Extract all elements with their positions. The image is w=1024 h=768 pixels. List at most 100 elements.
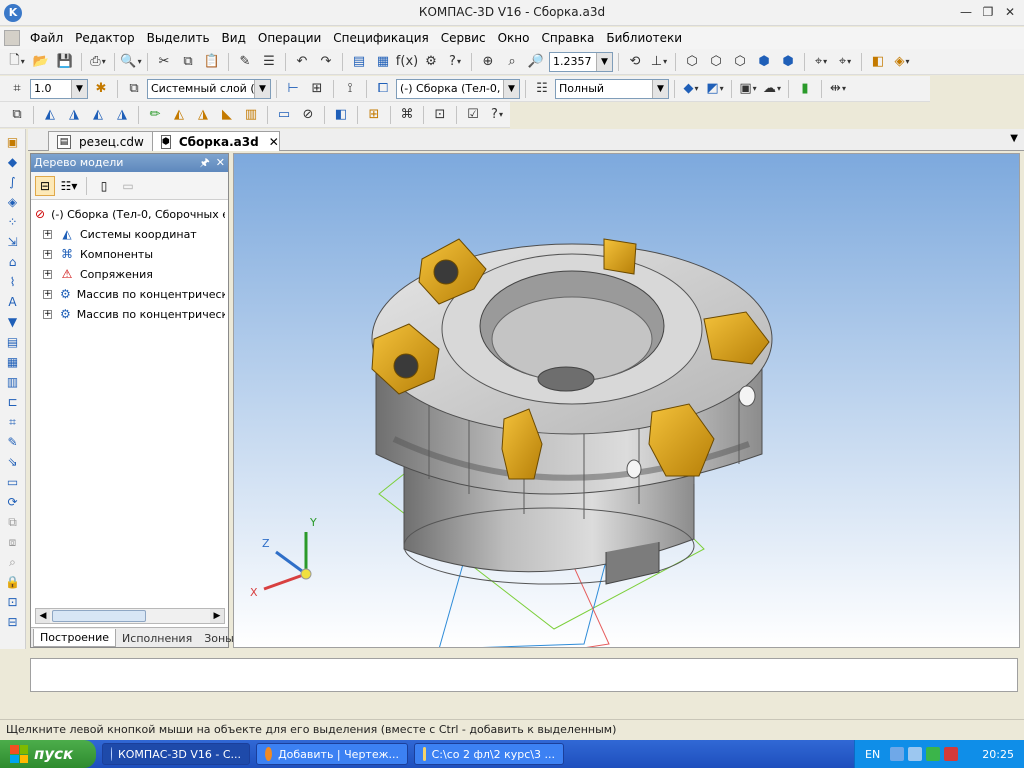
chevron-down-icon[interactable]: ▼ [503,79,519,98]
spec-icon[interactable]: ▤ [3,333,23,352]
sweep-icon[interactable]: ◭ [87,104,109,126]
curve-icon[interactable]: ∫ [3,173,23,192]
hidden-lines-icon[interactable]: ⬡ [705,51,727,73]
chevron-down-icon[interactable]: ▼ [254,79,270,98]
material-icon[interactable]: ◩ [704,78,726,100]
network-icon[interactable] [908,747,923,761]
cut-icon[interactable]: ✂ [153,51,175,73]
arrow-icon[interactable]: ⇘ [3,453,23,472]
green-block-icon[interactable]: ▮ [794,78,816,100]
revolve-icon[interactable]: ◮ [63,104,85,126]
copy-part-icon[interactable]: ⧉ [3,513,23,532]
menu-file[interactable]: Файл [24,31,69,45]
display-mode-icon[interactable]: ☷ [531,78,553,100]
tree-item-components[interactable]: + ⌘ Компоненты [35,244,225,264]
chart-icon[interactable]: ▥ [3,373,23,392]
grid-icon[interactable]: ⊞ [306,78,328,100]
tree-item-mates[interactable]: + ⚠ Сопряжения [35,264,225,284]
edit-component-icon[interactable]: ▣ [3,133,23,152]
scroll-left-icon[interactable]: ◀ [36,609,50,623]
report-icon[interactable]: ▦ [3,353,23,372]
lock-icon[interactable]: 🔒 [3,573,23,592]
tree-item-root[interactable]: ⊘ (-) Сборка (Тел-0, Сборочных е [35,204,225,224]
language-indicator[interactable]: EN [855,748,890,761]
paste-icon[interactable]: 📋 [201,51,223,73]
line-width-combo[interactable]: 1.0 ▼ [30,78,88,99]
new-document-icon[interactable]: 🗋 [6,51,28,73]
thin-lines-icon[interactable]: ⬡ [729,51,751,73]
pencil-icon[interactable]: ✏ [144,104,166,126]
libraries-icon[interactable]: ⚙ [420,51,442,73]
close-button[interactable]: ✕ [1000,4,1020,22]
tree-item-array-1[interactable]: + ⚙ Массив по концентрическо [35,284,225,304]
tree-structure-icon[interactable]: ⊟ [35,175,55,196]
menu-window[interactable]: Окно [492,31,536,45]
expand-icon[interactable]: + [43,249,52,259]
layer-combo[interactable]: Системный слой (0) ▼ [147,78,271,99]
tab-assembly[interactable]: ⬢ Сборка.a3d ✕ [152,131,280,151]
open-icon[interactable]: 📂 [30,51,52,73]
expand-icon[interactable]: + [43,229,52,239]
tab-drawing[interactable]: ▤ резец.cdw [48,131,166,151]
dimension-icon[interactable]: ⇹ [827,78,849,100]
solid-icon[interactable]: ◆ [3,153,23,172]
manager-icon[interactable]: ▤ [348,51,370,73]
text-icon[interactable]: A [3,293,23,312]
search-part-icon[interactable]: ⌕ [3,553,23,572]
task-firefox[interactable]: Добавить | Чертеж... [256,743,408,765]
snap-icon[interactable]: ✱ [90,78,112,100]
tab-versions[interactable]: Исполнения [116,630,198,647]
document-menu-icon[interactable] [4,30,20,46]
menu-select[interactable]: Выделить [141,31,216,45]
property-panel[interactable] [30,658,1018,692]
bracket-icon[interactable]: ⊏ [3,393,23,412]
select-filter-icon[interactable]: ⌖ [834,51,856,73]
cube-icon[interactable]: ◧ [867,51,889,73]
list-icon[interactable]: ☰ [258,51,280,73]
back-icon[interactable] [890,747,905,761]
layer-icon[interactable]: ⧉ [123,78,145,100]
save-icon[interactable]: 💾 [54,51,76,73]
zoom-combo[interactable]: 1.2357 ▼ [549,51,613,72]
undo-icon[interactable]: ↶ [291,51,313,73]
sheet-icon[interactable]: ⌂ [3,253,23,272]
task-folder[interactable]: C:\со 2 фл\2 курс\3 ... [414,743,564,765]
tabs-menu-icon[interactable]: ▼ [1010,133,1018,144]
preview-icon[interactable]: 🔍 [120,51,142,73]
minimize-button[interactable]: — [956,4,976,22]
coordinate-origin-icon[interactable]: ⌗ [6,78,28,100]
light-icon[interactable]: ☁ [761,78,783,100]
zoom-all-icon[interactable]: ⌕ [501,51,523,73]
halftone-edges-icon[interactable]: ⬢ [777,51,799,73]
task-kompas[interactable]: КОМПАС-3D V16 - С... [102,743,250,765]
sheet-metal-icon[interactable]: ⊡ [3,593,23,612]
filter-icon[interactable]: ⌖ [810,51,832,73]
scroll-thumb[interactable] [52,610,146,622]
section-icon[interactable]: ◈ [891,51,913,73]
plane-icon[interactable]: ▭ [273,104,295,126]
menu-libraries[interactable]: Библиотеки [600,31,688,45]
chamfer-icon[interactable]: ▥ [240,104,262,126]
rotate-icon[interactable]: ⟲ [624,51,646,73]
pin-icon[interactable]: 🖈 [200,154,210,172]
function-icon[interactable]: f(x) [396,51,418,73]
expand-icon[interactable]: + [43,289,52,299]
start-button[interactable]: пуск [0,740,96,768]
annotation-icon[interactable]: ✎ [3,433,23,452]
chevron-down-icon[interactable]: ▼ [71,79,87,98]
maximize-button[interactable]: ❐ [978,4,998,22]
zoom-window-icon[interactable]: ⊕ [477,51,499,73]
scroll-right-icon[interactable]: ▶ [210,609,224,623]
tab-construction[interactable]: Построение [33,629,117,647]
menu-editor[interactable]: Редактор [69,31,140,45]
menu-service[interactable]: Сервис [435,31,492,45]
dimensions-icon[interactable]: ⌗ [3,413,23,432]
tree-view-icon[interactable]: ☷▾ [59,176,79,196]
weld-icon[interactable]: ⊟ [3,613,23,632]
display-mode-combo[interactable]: Полный ▼ [555,78,669,99]
chevron-down-icon[interactable]: ▼ [652,79,668,98]
extrude-icon[interactable]: ◭ [39,104,61,126]
menu-specification[interactable]: Спецификация [327,31,434,45]
tree-item-coords[interactable]: + ◭ Системы координат [35,224,225,244]
ortho-icon[interactable]: ⊢ [282,78,304,100]
